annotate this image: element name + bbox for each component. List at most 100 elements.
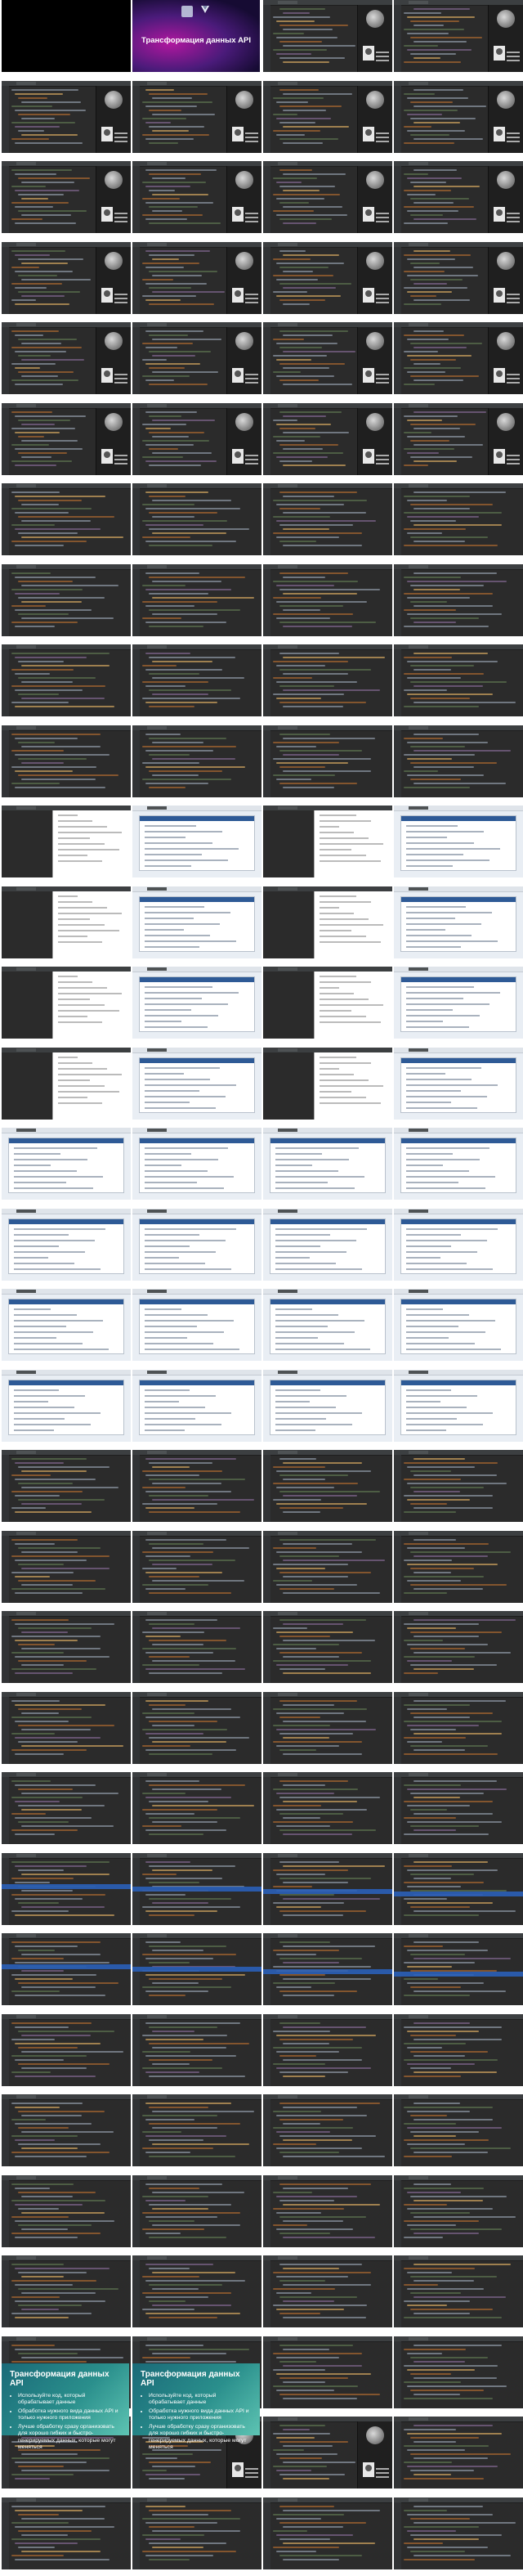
editor-tab <box>278 886 297 891</box>
text-line <box>406 854 463 855</box>
presenter-meta <box>507 293 520 306</box>
ide-pane <box>263 972 314 1039</box>
editor-tab <box>147 2256 167 2260</box>
code-editor-text <box>142 1538 257 1600</box>
editor-tab <box>409 403 428 407</box>
ide-frame <box>2 1450 131 1522</box>
browser-pane <box>52 1052 131 1120</box>
code-editor-text <box>142 1860 257 1922</box>
window-title-bar <box>132 1852 262 1859</box>
code-editor-text <box>273 2344 387 2405</box>
editor-tab <box>16 1129 36 1132</box>
text-line <box>320 820 371 822</box>
avatar <box>363 287 374 303</box>
text-line <box>14 1250 85 1253</box>
editor-tab <box>16 2175 36 2179</box>
browser-window <box>400 1218 516 1274</box>
text-line <box>58 855 88 856</box>
text-line <box>406 1411 494 1414</box>
text-line <box>320 900 371 903</box>
text-line <box>58 815 78 816</box>
line-gutter <box>394 1455 401 1522</box>
text-line <box>406 1314 469 1316</box>
text-line <box>275 1153 323 1155</box>
moon-icon <box>497 171 515 189</box>
selection-highlight <box>2 1964 131 1969</box>
text-line <box>320 976 356 977</box>
text-line <box>14 1153 61 1155</box>
slide-bullet: Лучше обработку сразу организовать для х… <box>18 2424 121 2452</box>
editor-tab <box>16 1773 36 1776</box>
text-line <box>275 1411 363 1414</box>
editor-tab <box>16 967 36 971</box>
text-line <box>145 928 184 931</box>
text-line <box>275 1417 326 1420</box>
browser-frame <box>263 1289 392 1361</box>
text-line <box>58 1016 88 1017</box>
text-line <box>275 1245 320 1247</box>
text-line <box>275 1423 352 1425</box>
text-line <box>406 1089 462 1092</box>
line-gutter <box>263 85 270 153</box>
editor-tab <box>409 1612 428 1615</box>
ide-frame <box>263 483 392 555</box>
editor-tab <box>409 242 428 246</box>
editor-tab <box>147 1129 167 1132</box>
ide-frame <box>394 2497 523 2569</box>
text-line <box>320 815 356 816</box>
text-line <box>145 1176 235 1178</box>
text-line <box>320 1073 354 1075</box>
browser-pane <box>314 972 392 1039</box>
ide-with-webcam-frame <box>263 161 392 233</box>
line-gutter <box>2 1535 9 1603</box>
selection-highlight <box>2 1883 131 1889</box>
ide-frame <box>394 2255 523 2327</box>
line-gutter <box>2 1938 9 2005</box>
code-editor-text <box>404 2264 518 2324</box>
text-line <box>275 1406 337 1408</box>
ide-frame <box>263 2013 392 2086</box>
moon-icon <box>235 171 253 189</box>
editor-tab <box>278 2336 297 2340</box>
editor-tab <box>278 1612 297 1615</box>
browser-window <box>139 1138 255 1193</box>
text-line <box>406 934 472 936</box>
ide-frame <box>394 2094 523 2166</box>
avatar <box>232 287 244 303</box>
text-line <box>320 1021 382 1023</box>
browser-frame <box>132 1208 262 1281</box>
text-line <box>58 906 107 909</box>
text-line <box>58 1061 92 1064</box>
browser-window <box>8 1218 124 1274</box>
text-line <box>406 998 463 999</box>
ide-with-webcam-frame <box>132 161 262 233</box>
ide-frame <box>132 2094 262 2166</box>
editor-tab <box>278 2014 297 2018</box>
ide-frame <box>394 1691 523 1764</box>
ide-pane <box>2 972 52 1039</box>
ide-frame <box>263 2094 392 2166</box>
editor-tab <box>16 1290 36 1293</box>
code-editor-text <box>142 2103 257 2163</box>
editor-tab <box>16 1692 36 1696</box>
line-gutter <box>2 246 9 314</box>
slide-title: Трансформация данных API <box>10 2370 110 2388</box>
line-gutter <box>132 1938 140 2005</box>
window-title-bar <box>394 1852 523 1859</box>
browser-window <box>139 1057 255 1113</box>
text-line <box>145 911 230 913</box>
avatar <box>363 2462 374 2477</box>
browser-pane <box>52 972 131 1039</box>
presenter-meta <box>507 454 520 467</box>
line-gutter <box>263 488 270 555</box>
editor-tab <box>16 2095 36 2098</box>
editor-tab <box>278 1129 297 1132</box>
text-line <box>320 832 354 833</box>
editor-tab <box>278 81 297 85</box>
line-gutter <box>132 649 140 716</box>
editor-tab <box>147 2497 167 2502</box>
code-editor-text <box>273 653 387 713</box>
line-gutter <box>132 1535 140 1603</box>
editor-tab <box>147 2175 167 2179</box>
ide-pane <box>2 891 52 958</box>
